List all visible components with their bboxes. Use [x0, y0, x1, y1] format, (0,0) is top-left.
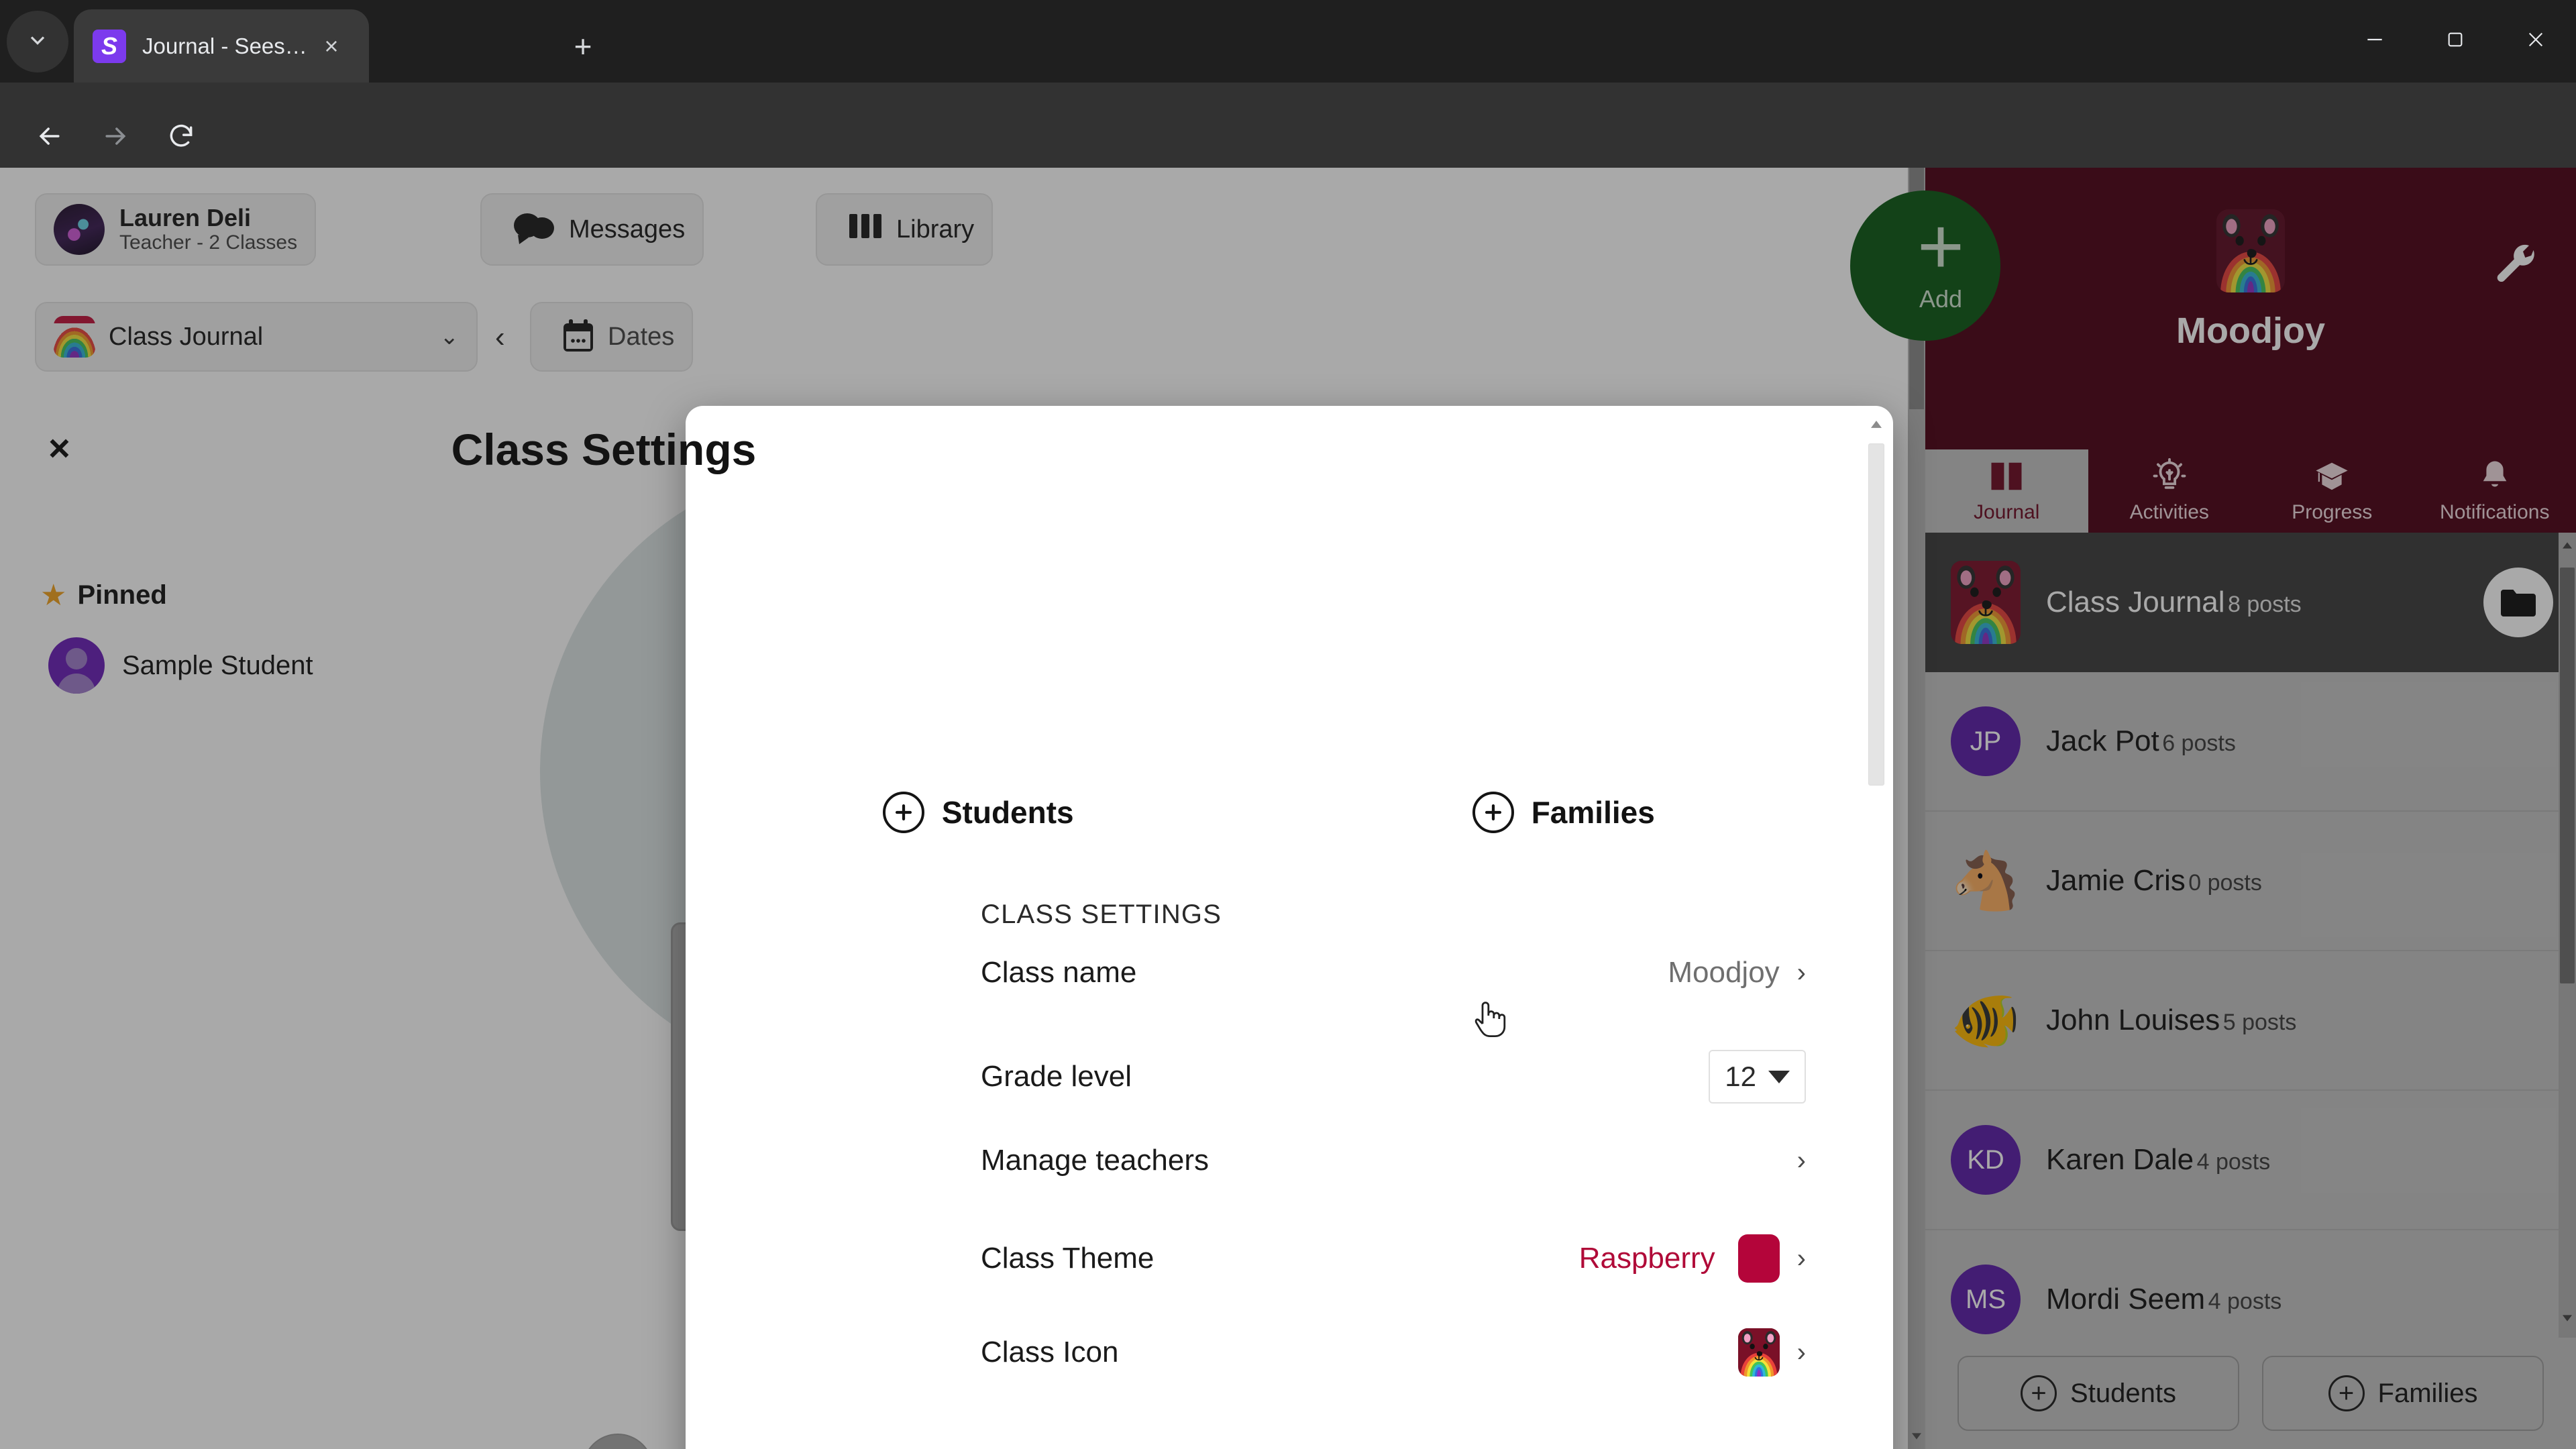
add-students-label: Students — [941, 795, 1074, 830]
forward-arrow-icon — [101, 121, 130, 154]
row-value: Moodjoy — [1668, 956, 1780, 989]
theme-color-swatch — [1737, 1234, 1780, 1283]
grade-level-value: 12 — [1725, 1061, 1756, 1092]
chevron-down-icon — [25, 28, 50, 56]
modal-scroll-up-button[interactable] — [1868, 415, 1885, 433]
row-class-name[interactable]: Class name Moodjoy › — [981, 956, 1806, 989]
modal-scrollbar-thumb[interactable] — [1868, 443, 1884, 786]
page-viewport: Lauren Deli Teacher - 2 Classes Messages… — [0, 168, 2576, 1449]
caret-down-icon — [1768, 1070, 1790, 1083]
row-label: Class Icon — [981, 1336, 1119, 1368]
forward-button[interactable] — [87, 109, 144, 166]
row-label: Grade level — [981, 1060, 1132, 1093]
section-heading-class-settings: CLASS SETTINGS — [981, 900, 1222, 929]
grade-level-select[interactable]: 12 — [1709, 1050, 1806, 1104]
row-class-icon[interactable]: Class Icon › — [981, 1328, 1806, 1377]
window-close-button[interactable] — [2496, 0, 2576, 83]
window-controls — [2334, 0, 2576, 83]
row-label: Class Theme — [981, 1242, 1155, 1275]
plus-circle-icon — [882, 792, 924, 833]
chevron-right-icon: › — [1796, 957, 1806, 987]
maximize-button[interactable] — [2415, 0, 2496, 83]
chevron-right-icon: › — [1796, 1243, 1806, 1273]
tab-close-button[interactable]: × — [313, 32, 350, 60]
seesaw-favicon: S — [93, 29, 126, 63]
modal-body: Students Families CLASS SETTINGS Class n… — [686, 768, 1893, 1449]
tab-strip: S Journal - Seesaw × + — [0, 0, 2576, 83]
reload-icon — [166, 121, 196, 154]
back-arrow-icon — [35, 121, 64, 154]
class-settings-dialog: Students Families CLASS SETTINGS Class n… — [686, 406, 1893, 1449]
rainbow-bear-icon — [1737, 1328, 1780, 1377]
row-label: Class name — [981, 956, 1137, 989]
minimize-icon — [2364, 29, 2385, 54]
back-button[interactable] — [21, 109, 78, 166]
modal-quick-actions: Students Families — [686, 792, 1856, 833]
add-students-action[interactable]: Students — [686, 792, 1271, 833]
row-grade-level[interactable]: Grade level 12 — [981, 1050, 1806, 1104]
browser-tab[interactable]: S Journal - Seesaw × — [74, 9, 369, 83]
reload-button[interactable] — [153, 109, 209, 166]
browser-toolbar: app.seesaw.me/#/class/class.e01bf4c2-9a2… — [0, 83, 2576, 238]
class-theme-value: Raspberry — [1578, 1242, 1715, 1275]
chevron-right-icon: › — [1796, 1145, 1806, 1175]
new-tab-button[interactable]: + — [558, 21, 608, 71]
add-families-label: Families — [1531, 795, 1655, 830]
plus-circle-icon — [1472, 792, 1514, 833]
add-families-action[interactable]: Families — [1271, 792, 1857, 833]
row-manage-teachers[interactable]: Manage teachers › — [981, 1144, 1806, 1177]
tab-search-button[interactable] — [7, 11, 68, 72]
row-class-theme[interactable]: Class Theme Raspberry › — [981, 1234, 1806, 1283]
maximize-icon — [2445, 29, 2466, 54]
minimize-button[interactable] — [2334, 0, 2415, 83]
browser-window: S Journal - Seesaw × + Lauren Deli Teach… — [0, 0, 2576, 1449]
mouse-cursor — [1469, 994, 1509, 1042]
modal-title: Class Settings — [451, 425, 757, 474]
tab-title: Journal - Seesaw — [142, 33, 313, 58]
close-icon — [2525, 29, 2546, 54]
row-label: Manage teachers — [981, 1144, 1209, 1177]
chevron-right-icon: › — [1796, 1337, 1806, 1367]
